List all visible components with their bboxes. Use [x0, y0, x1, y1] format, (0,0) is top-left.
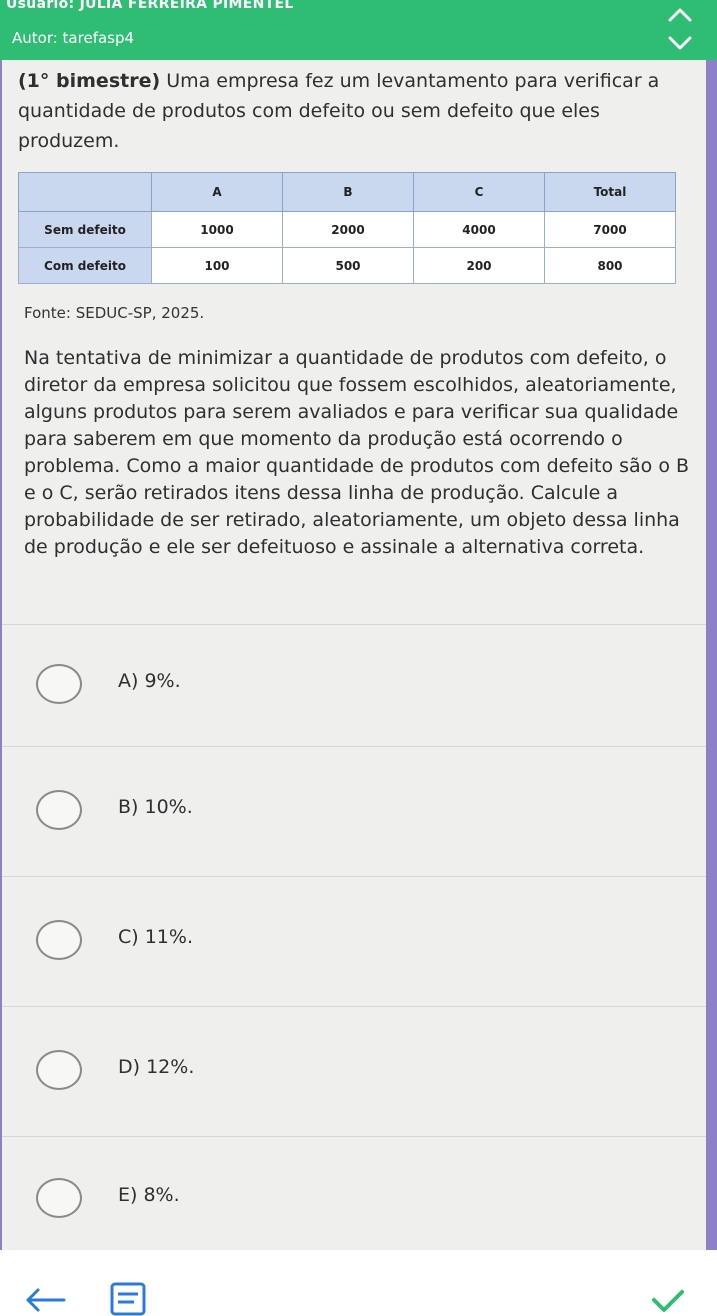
option-e[interactable]: E) 8%. — [2, 1134, 706, 1262]
table-header-cell — [18, 172, 152, 212]
check-icon[interactable] — [648, 1288, 688, 1316]
radio-button[interactable] — [36, 790, 82, 830]
table-cell: 7000 — [544, 211, 676, 248]
data-table: A B C Total Sem defeito 1000 2000 4000 7… — [18, 172, 676, 284]
question-card: (1° bimestre) Uma empresa fez um levanta… — [2, 60, 706, 1250]
top-header: Usuário: JULIA FERREIRA PIMENTEL Autor: … — [0, 0, 717, 60]
table-cell: 200 — [413, 247, 545, 284]
table-header-cell: A — [151, 172, 283, 212]
back-arrow-icon[interactable] — [24, 1284, 68, 1316]
question-intro: (1° bimestre) Uma empresa fez um levanta… — [18, 66, 678, 156]
question-body: Na tentativa de minimizar a quantidade d… — [24, 347, 690, 558]
table-row-label: Com defeito — [18, 247, 152, 284]
table-cell: 4000 — [413, 211, 545, 248]
source-label: Fonte: SEDUC-SP, 2025. — [24, 304, 205, 322]
question-prefix: (1° bimestre) — [18, 70, 161, 92]
table-cell: 1000 — [151, 211, 283, 248]
table-header-cell: Total — [544, 172, 676, 212]
table-cell: 100 — [151, 247, 283, 284]
option-label: E) 8%. — [118, 1184, 180, 1206]
table-row: Com defeito 100 500 200 800 — [18, 247, 676, 284]
option-label: D) 12%. — [118, 1056, 195, 1078]
radio-button[interactable] — [36, 920, 82, 960]
option-c[interactable]: C) 11%. — [2, 876, 706, 1004]
table-row-label: Sem defeito — [18, 211, 152, 248]
list-icon[interactable] — [108, 1280, 148, 1316]
table-header-cell: B — [282, 172, 414, 212]
option-label: B) 10%. — [118, 796, 193, 818]
table-header-cell: C — [413, 172, 545, 212]
table-cell: 2000 — [282, 211, 414, 248]
radio-button[interactable] — [36, 1050, 82, 1090]
option-a[interactable]: A) 9%. — [2, 620, 706, 748]
option-d[interactable]: D) 12%. — [2, 1006, 706, 1134]
radio-button[interactable] — [36, 1178, 82, 1218]
table-cell: 800 — [544, 247, 676, 284]
table-header-row: A B C Total — [18, 172, 676, 212]
table-row: Sem defeito 1000 2000 4000 7000 — [18, 211, 676, 248]
author-label: Autor: tarefasp4 — [12, 29, 135, 47]
table-cell: 500 — [282, 247, 414, 284]
option-label: A) 9%. — [118, 670, 181, 692]
user-label: Usuário: JULIA FERREIRA PIMENTEL — [6, 0, 294, 12]
option-label: C) 11%. — [118, 926, 193, 948]
chevron-up-down-icon[interactable] — [660, 4, 700, 54]
radio-button[interactable] — [36, 664, 82, 704]
option-b[interactable]: B) 10%. — [2, 746, 706, 874]
